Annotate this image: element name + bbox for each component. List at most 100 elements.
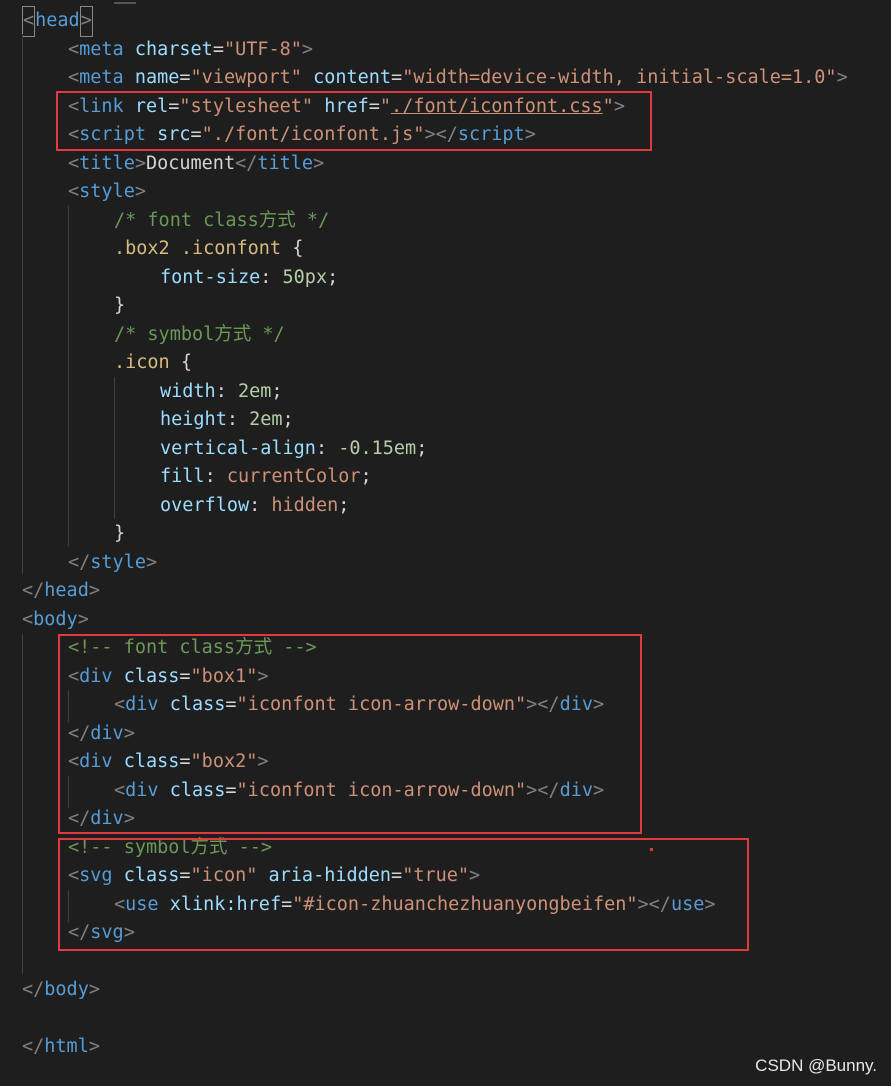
code-line[interactable]: width: 2em; xyxy=(160,378,283,407)
code-token: < xyxy=(68,181,80,202)
watermark: CSDN @Bunny. xyxy=(755,1056,877,1075)
code-token: { xyxy=(281,238,304,259)
code-editor[interactable]: < head > < meta charset = "UTF-8" > < meta name = "… xyxy=(0,0,891,1086)
code-token: title xyxy=(79,152,135,174)
code-token: > xyxy=(88,979,100,1000)
code-token: height xyxy=(160,409,227,430)
code-token: .box2 .iconfont xyxy=(114,238,282,259)
code-token: "width=device-width, initial-scale=1.0" xyxy=(402,67,837,88)
code-token: ; xyxy=(282,409,294,430)
code-line[interactable]: </head > xyxy=(22,577,100,606)
code-token: > xyxy=(313,152,325,174)
code-token: } xyxy=(114,295,126,316)
code-line[interactable]: } xyxy=(114,292,125,321)
code-token: < xyxy=(68,38,80,60)
code-token: body xyxy=(44,979,89,1000)
code-token: vertical-align xyxy=(160,437,316,459)
code-token: > xyxy=(836,67,848,88)
stray-cursor-mark xyxy=(650,848,653,851)
code-token: head xyxy=(35,10,80,31)
code-token: ; xyxy=(338,494,350,516)
code-token: meta xyxy=(79,67,124,88)
code-token: charset xyxy=(134,38,213,60)
highlight-box-symbol xyxy=(58,838,749,951)
code-token: /* symbol方式 */ xyxy=(114,323,285,345)
code-line[interactable]: </style > xyxy=(68,549,157,578)
code-line[interactable]: </html > xyxy=(22,1033,100,1062)
code-token: width xyxy=(160,380,216,402)
code-token: > xyxy=(77,608,89,630)
code-token: : xyxy=(204,466,227,487)
code-line[interactable]: .icon { xyxy=(114,349,192,378)
code-line[interactable]: < style > xyxy=(68,178,146,207)
code-token: style xyxy=(90,551,146,573)
code-token: : xyxy=(249,494,272,516)
code-token: > xyxy=(145,551,158,573)
code-token: meta xyxy=(79,38,124,60)
code-line[interactable]: font-size: 50px; xyxy=(160,264,338,293)
code-token: html xyxy=(44,1036,89,1057)
code-token: < xyxy=(22,608,34,630)
code-line[interactable]: < head > xyxy=(22,6,93,37)
code-token: "viewport" xyxy=(190,67,302,88)
code-token: : xyxy=(315,437,339,459)
code-token: > xyxy=(301,38,314,60)
code-token: = xyxy=(391,67,403,88)
code-token: overflow xyxy=(160,494,250,516)
indent-guide-icon-rule xyxy=(114,377,115,519)
code-token: </ xyxy=(22,580,45,601)
code-line[interactable]: /* font class方式 */ xyxy=(114,207,329,236)
code-token: < xyxy=(68,67,80,88)
indent-guide-style xyxy=(68,206,69,546)
code-line[interactable]: < body > xyxy=(22,606,89,635)
code-token: </ xyxy=(22,979,45,1000)
code-token: title xyxy=(257,152,314,174)
code-line[interactable]: .box2 .iconfont { xyxy=(114,235,303,264)
code-token: < xyxy=(22,6,36,37)
code-token: Document xyxy=(145,152,236,174)
code-line[interactable]: < title > Document </title > xyxy=(68,150,324,179)
code-token: fill xyxy=(160,466,205,487)
code-token: ; xyxy=(271,380,283,402)
code-line[interactable]: < meta charset = "UTF-8" > xyxy=(68,36,313,65)
code-line[interactable]: /* symbol方式 */ xyxy=(114,321,285,350)
code-token: > xyxy=(88,580,100,601)
code-token: /* font class方式 */ xyxy=(114,209,330,231)
code-token: 2em xyxy=(237,380,272,402)
code-token: : xyxy=(260,266,283,288)
code-token: = xyxy=(212,38,224,60)
code-token: > xyxy=(134,181,146,202)
code-line[interactable]: overflow: hidden; xyxy=(160,492,349,521)
code-line[interactable]: < meta name = "viewport" content = "width=dev… xyxy=(68,64,848,93)
code-token: > xyxy=(88,1036,100,1057)
code-token: -0.15em xyxy=(338,437,417,459)
indent-guide-body xyxy=(22,634,23,974)
code-token: > xyxy=(79,6,93,37)
code-line[interactable]: </body > xyxy=(22,976,100,1005)
code-token: { xyxy=(169,352,192,373)
code-token: head xyxy=(44,580,89,601)
code-line[interactable]: fill: currentColor; xyxy=(160,463,372,492)
code-token: </ xyxy=(235,152,258,174)
code-token: .icon xyxy=(114,352,170,373)
code-line[interactable]: } xyxy=(114,520,125,549)
code-line[interactable]: vertical-align: -0.15em; xyxy=(160,435,427,464)
indent-guide-head xyxy=(22,34,23,574)
code-token: } xyxy=(114,523,126,544)
code-token: content xyxy=(313,67,392,88)
code-token: hidden xyxy=(271,494,339,516)
code-token: < xyxy=(68,152,80,174)
code-token: ; xyxy=(360,466,372,487)
code-token: </ xyxy=(68,551,91,573)
code-token: ; xyxy=(416,437,428,459)
code-line[interactable]: height: 2em; xyxy=(160,406,294,435)
code-token: currentColor xyxy=(226,466,361,487)
code-token: > xyxy=(134,152,146,174)
code-token: body xyxy=(33,608,78,630)
highlight-box-font-class xyxy=(58,634,642,834)
code-token: "UTF-8" xyxy=(223,38,302,60)
code-token: 50px xyxy=(282,266,328,288)
code-token: name xyxy=(134,67,180,88)
